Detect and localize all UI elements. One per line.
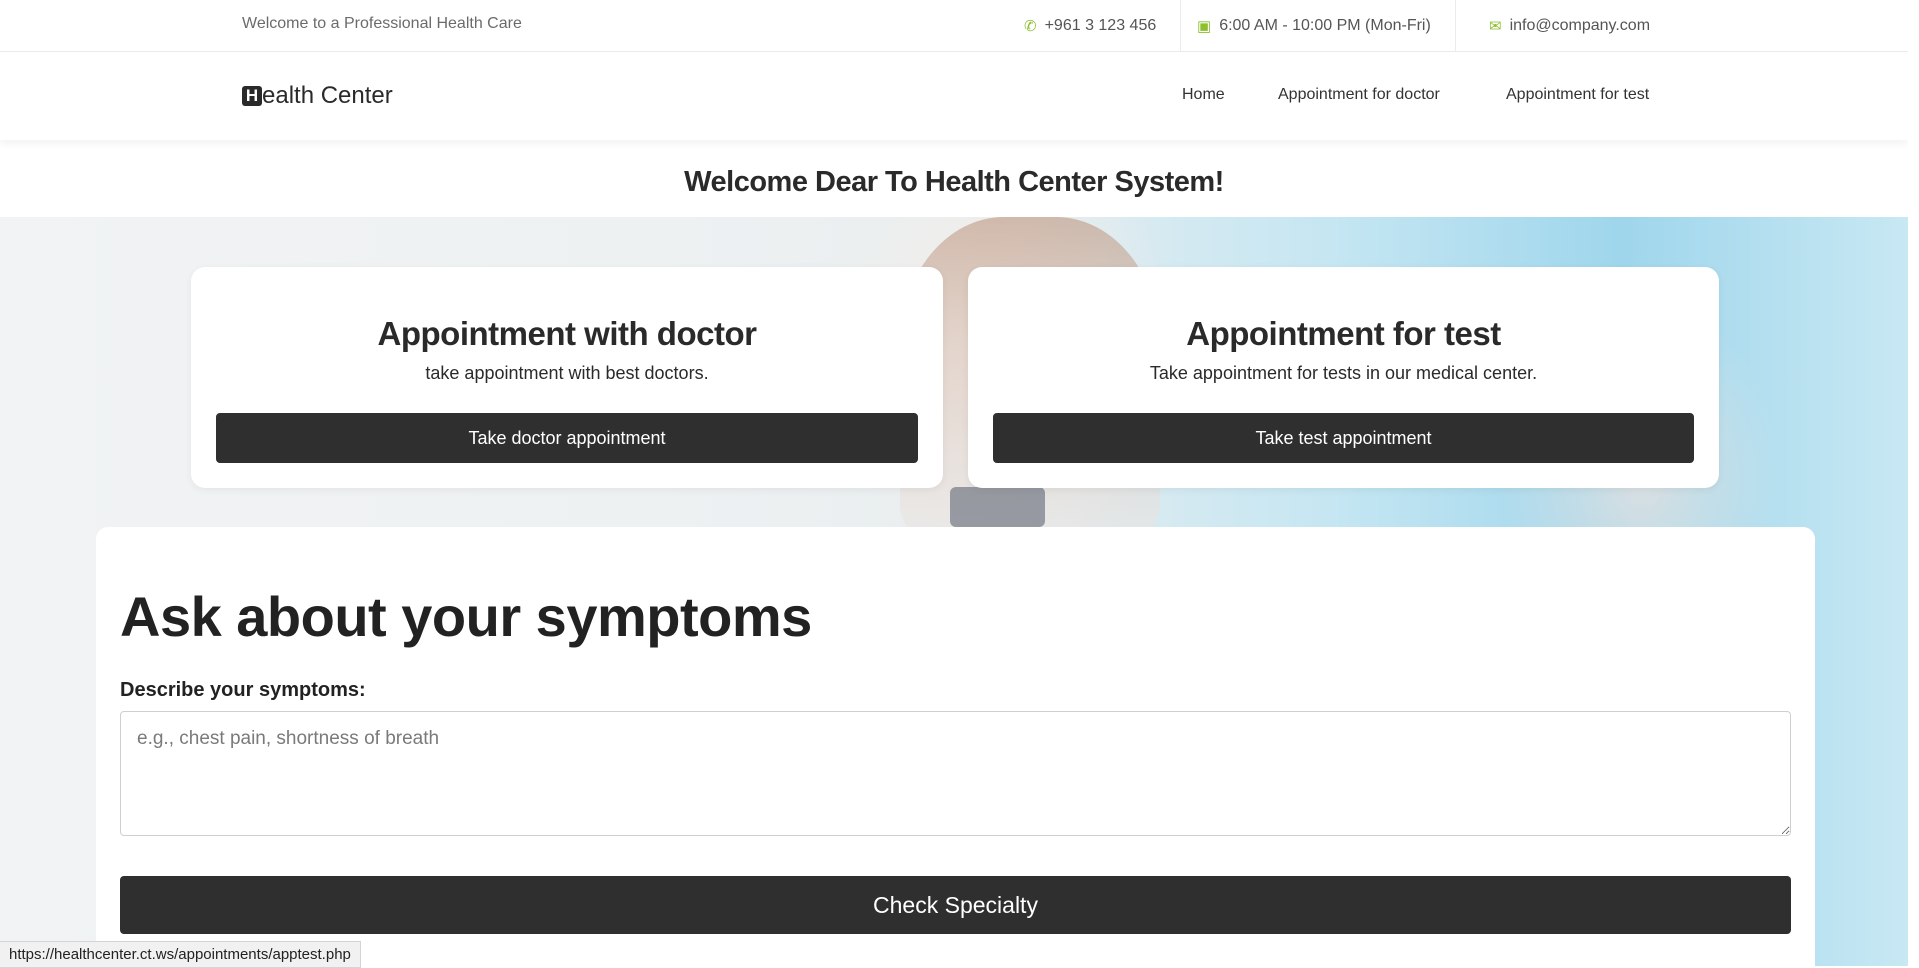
logo-text: ealth Center xyxy=(262,82,393,109)
doctor-appointment-card: Appointment with doctor take appointment… xyxy=(191,267,943,488)
phone-info[interactable]: ✆ +961 3 123 456 xyxy=(1000,0,1182,51)
nav-home[interactable]: Home xyxy=(1182,86,1225,104)
phone-icon: ✆ xyxy=(1024,17,1037,35)
hours-info: ▣ 6:00 AM - 10:00 PM (Mon-Fri) xyxy=(1173,0,1456,51)
phone-number: +961 3 123 456 xyxy=(1044,16,1157,34)
welcome-heading: Welcome Dear To Health Center System! xyxy=(684,166,1224,198)
nav-appointment-doctor[interactable]: Appointment for doctor xyxy=(1278,86,1440,104)
check-specialty-button[interactable]: Check Specialty xyxy=(120,876,1791,934)
hero-tie-shape xyxy=(950,487,1045,527)
doctor-card-text: take appointment with best doctors. xyxy=(425,363,709,383)
test-card-title: Appointment for test xyxy=(1186,315,1501,352)
symptoms-panel: Ask about your symptoms Describe your sy… xyxy=(96,527,1815,966)
opening-hours: 6:00 AM - 10:00 PM (Mon-Fri) xyxy=(1219,16,1431,34)
email-address: info@company.com xyxy=(1509,16,1651,34)
symptoms-title: Ask about your symptoms xyxy=(120,585,812,648)
test-card-text: Take appointment for tests in our medica… xyxy=(1149,363,1538,383)
top-info-bar: Welcome to a Professional Health Care ✆ … xyxy=(0,0,1908,52)
test-appointment-card: Appointment for test Take appointment fo… xyxy=(968,267,1719,488)
browser-status-url: https://healthcenter.ct.ws/appointments/… xyxy=(0,941,361,968)
page-scrollbar[interactable] xyxy=(1908,0,1919,966)
welcome-tagline: Welcome to a Professional Health Care xyxy=(242,15,522,32)
envelope-icon: ✉ xyxy=(1489,17,1502,35)
scrollbar-thumb[interactable] xyxy=(1910,0,1917,620)
calendar-icon: ▣ xyxy=(1197,17,1212,35)
symptoms-label: Describe your symptoms: xyxy=(120,679,366,701)
take-test-appointment-button[interactable]: Take test appointment xyxy=(993,413,1694,463)
logo-mark: H xyxy=(242,86,262,106)
symptoms-textarea[interactable] xyxy=(120,711,1791,836)
email-info[interactable]: ✉ info@company.com xyxy=(1465,0,1674,51)
take-doctor-appointment-button[interactable]: Take doctor appointment xyxy=(216,413,918,463)
doctor-card-title: Appointment with doctor xyxy=(377,315,757,352)
site-logo[interactable]: Health Center xyxy=(242,82,393,110)
nav-appointment-test[interactable]: Appointment for test xyxy=(1506,86,1649,104)
